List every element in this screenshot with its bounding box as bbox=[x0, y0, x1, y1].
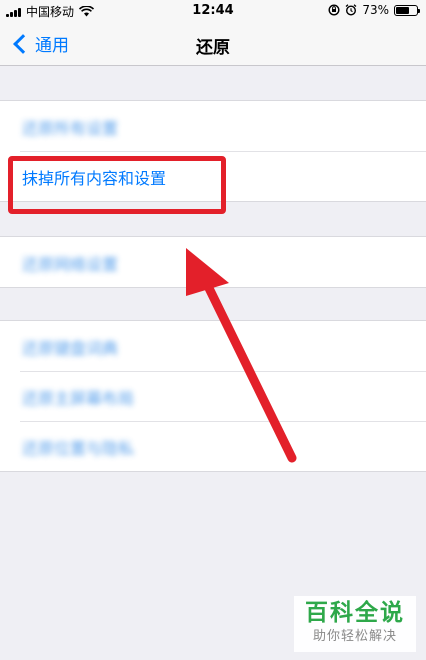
watermark-slogan: 助你轻松解决 bbox=[312, 629, 397, 644]
annotation-arrow bbox=[186, 248, 297, 463]
watermark: 百科全说 助你轻松解决 bbox=[294, 596, 416, 652]
watermark-logo: 百科全说 bbox=[305, 600, 405, 626]
